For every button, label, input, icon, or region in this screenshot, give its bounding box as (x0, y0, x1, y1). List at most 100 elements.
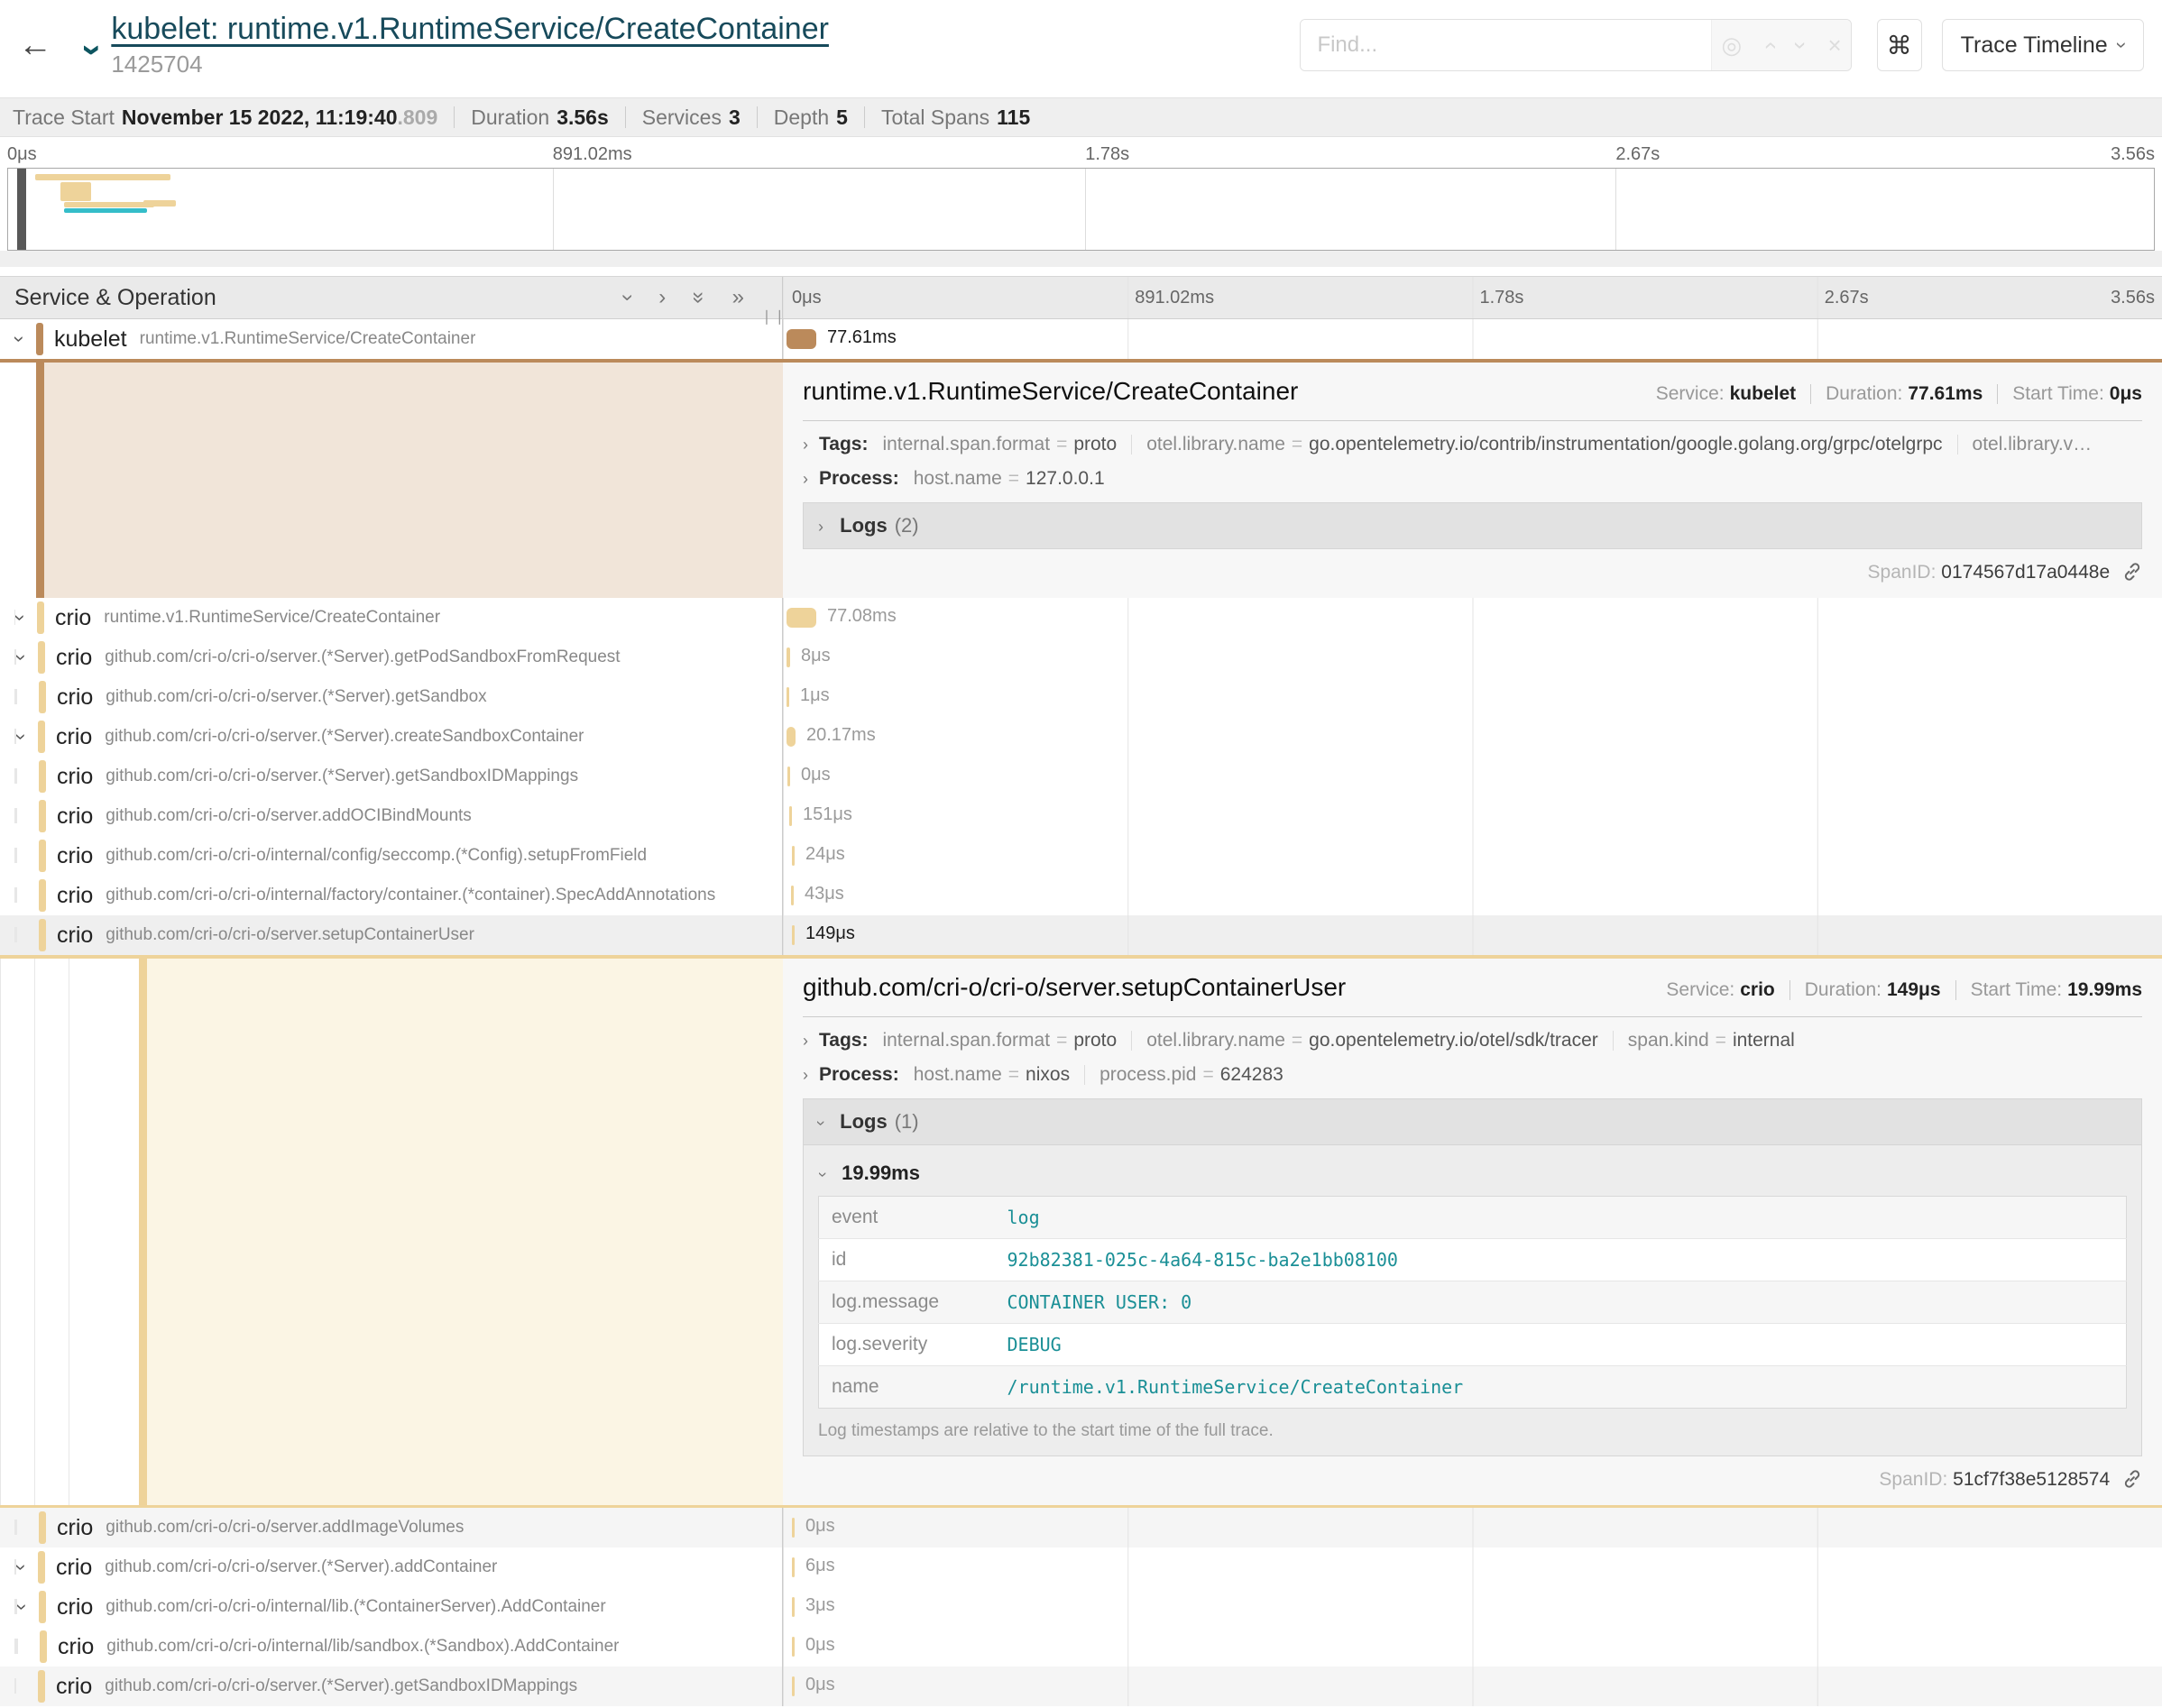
span-row[interactable]: › crio github.com/cri-o/cri-o/server.add… (0, 796, 2162, 836)
span-bar-cell[interactable]: 43μs (783, 876, 2162, 915)
minimap-gridline (1085, 169, 1086, 250)
span-duration-bar[interactable] (787, 727, 796, 747)
minimap-viewport-handle[interactable] (17, 169, 26, 250)
span-bar-cell[interactable]: 1μs (783, 677, 2162, 717)
clear-search-icon[interactable]: × (1827, 32, 1841, 60)
log-field-key: name (819, 1366, 995, 1409)
span-row[interactable]: › crio github.com/cri-o/cri-o/server.(*S… (0, 717, 2162, 757)
span-duration-bar[interactable] (787, 608, 816, 628)
link-icon[interactable] (2122, 1469, 2142, 1494)
span-row[interactable]: › crio github.com/cri-o/cri-o/internal/c… (0, 836, 2162, 876)
span-name-cell[interactable]: › crio github.com/cri-o/cri-o/server.(*S… (0, 717, 783, 757)
span-row[interactable]: › crio github.com/cri-o/cri-o/server.(*S… (0, 1547, 2162, 1587)
span-name-cell[interactable]: › crio runtime.v1.RuntimeService/CreateC… (0, 598, 783, 638)
span-chevron-down-icon[interactable]: › (17, 1595, 39, 1619)
span-duration-bar[interactable] (792, 846, 795, 866)
span-duration-bar[interactable] (792, 925, 795, 945)
span-row[interactable]: › crio github.com/cri-o/cri-o/server.add… (0, 1508, 2162, 1547)
minimap-canvas[interactable] (7, 168, 2155, 251)
span-row[interactable]: › crio github.com/cri-o/cri-o/server.(*S… (0, 1667, 2162, 1706)
span-chevron-down-icon[interactable]: › (16, 646, 38, 669)
span-name-cell[interactable]: › crio github.com/cri-o/cri-o/server.(*S… (0, 677, 783, 717)
span-duration-bar[interactable] (792, 1557, 795, 1577)
span-chevron-down-icon[interactable]: › (15, 606, 37, 629)
span-bar-cell[interactable]: 0μs (783, 1627, 2162, 1667)
log-field-key: log.severity (819, 1324, 995, 1366)
span-name-cell[interactable]: › crio github.com/cri-o/cri-o/server.(*S… (0, 1667, 783, 1706)
find-input[interactable] (1301, 20, 1711, 70)
collapse-one-icon[interactable]: › (615, 294, 640, 301)
span-name-cell[interactable]: › crio github.com/cri-o/cri-o/internal/l… (0, 1627, 783, 1667)
service-name: crio (58, 1634, 94, 1660)
span-bar-cell[interactable]: 20.17ms (783, 717, 2162, 757)
expand-all-icon[interactable]: » (732, 285, 744, 310)
span-name-cell[interactable]: › crio github.com/cri-o/cri-o/server.(*S… (0, 1547, 783, 1587)
span-bar-cell[interactable]: 6μs (783, 1547, 2162, 1587)
span-row[interactable]: › crio github.com/cri-o/cri-o/internal/l… (0, 1587, 2162, 1627)
logs-toggle[interactable]: › Logs(2) (803, 502, 2142, 549)
link-icon[interactable] (2122, 562, 2142, 587)
chevron-down-icon: › (814, 1172, 833, 1178)
span-name-cell[interactable]: › crio github.com/cri-o/cri-o/server.(*S… (0, 757, 783, 796)
collapse-all-icon[interactable]: » (686, 291, 712, 303)
span-duration-bar[interactable] (787, 647, 790, 667)
span-bar-cell[interactable]: 24μs (783, 836, 2162, 876)
span-name-cell[interactable]: › crio github.com/cri-o/cri-o/internal/l… (0, 1587, 783, 1627)
logs-toggle[interactable]: › Logs(1) (803, 1098, 2142, 1145)
span-duration-bar[interactable] (792, 1597, 795, 1617)
span-bar-cell[interactable]: 149μs (783, 915, 2162, 955)
span-bar-cell[interactable]: 3μs (783, 1587, 2162, 1627)
span-duration-bar[interactable] (789, 806, 792, 826)
tags-row[interactable]: › Tags: internal.span.format=protootel.l… (803, 434, 2142, 455)
span-chevron-down-icon[interactable]: › (16, 725, 38, 748)
span-duration-bar[interactable] (791, 886, 794, 905)
span-duration-bar[interactable] (787, 767, 790, 786)
span-duration-label: 3μs (805, 1595, 835, 1616)
span-bar-cell[interactable]: 0μs (783, 1508, 2162, 1547)
span-row[interactable]: › crio github.com/cri-o/cri-o/server.(*S… (0, 677, 2162, 717)
span-name-cell[interactable]: › crio github.com/cri-o/cri-o/server.add… (0, 1508, 783, 1547)
span-row[interactable]: › kubelet runtime.v1.RuntimeService/Crea… (0, 319, 2162, 359)
span-duration-bar[interactable] (792, 1637, 795, 1657)
process-row[interactable]: › Process: host.name=nixosprocess.pid=62… (803, 1064, 2142, 1086)
trace-title-link[interactable]: kubelet: runtime.v1.RuntimeService/Creat… (111, 12, 829, 46)
span-row[interactable]: › crio github.com/cri-o/cri-o/server.set… (0, 915, 2162, 955)
log-entry-toggle[interactable]: › 19.99ms (820, 1162, 2127, 1185)
span-duration-bar[interactable] (787, 329, 816, 349)
timeline-tick: 1.78s (1480, 288, 1524, 308)
span-bar-cell[interactable]: 8μs (783, 638, 2162, 677)
span-row[interactable]: › crio github.com/cri-o/cri-o/server.(*S… (0, 638, 2162, 677)
keyboard-shortcuts-button[interactable]: ⌘ (1877, 19, 1922, 71)
expand-one-icon[interactable]: › (658, 285, 666, 310)
column-resize-handle[interactable]: ❘❘ (760, 308, 787, 326)
span-duration-bar[interactable] (792, 1676, 795, 1696)
span-name-cell[interactable]: › kubelet runtime.v1.RuntimeService/Crea… (0, 319, 783, 359)
span-name-cell[interactable]: › crio github.com/cri-o/cri-o/server.add… (0, 796, 783, 836)
span-bar-cell[interactable]: 151μs (783, 796, 2162, 836)
span-bar-cell[interactable]: 77.08ms (783, 598, 2162, 638)
span-bar-cell[interactable]: 0μs (783, 757, 2162, 796)
span-chevron-down-icon[interactable]: › (14, 327, 36, 351)
span-name-cell[interactable]: › crio github.com/cri-o/cri-o/internal/f… (0, 876, 783, 915)
service-color-stripe (40, 1630, 47, 1663)
prev-result-icon[interactable]: › (1755, 41, 1783, 50)
process-row[interactable]: › Process: host.name=127.0.0.1 (803, 468, 2142, 490)
span-name-cell[interactable]: › crio github.com/cri-o/cri-o/server.(*S… (0, 638, 783, 677)
span-row[interactable]: › crio runtime.v1.RuntimeService/CreateC… (0, 598, 2162, 638)
span-chevron-down-icon[interactable]: › (16, 1556, 38, 1579)
span-row[interactable]: › crio github.com/cri-o/cri-o/server.(*S… (0, 757, 2162, 796)
collapse-trace-chevron-icon[interactable]: › (72, 43, 113, 55)
span-duration-bar[interactable] (787, 687, 789, 707)
next-result-icon[interactable]: › (1787, 41, 1815, 50)
span-name-cell[interactable]: › crio github.com/cri-o/cri-o/server.set… (0, 915, 783, 955)
trace-view-selector[interactable]: Trace Timeline › (1942, 19, 2144, 71)
span-duration-bar[interactable] (792, 1518, 795, 1538)
back-button[interactable]: ← (18, 26, 69, 65)
locate-icon[interactable]: ◎ (1721, 32, 1742, 60)
tags-row[interactable]: › Tags: internal.span.format=protootel.l… (803, 1030, 2142, 1051)
span-row[interactable]: › crio github.com/cri-o/cri-o/internal/l… (0, 1627, 2162, 1667)
span-name-cell[interactable]: › crio github.com/cri-o/cri-o/internal/c… (0, 836, 783, 876)
span-row[interactable]: › crio github.com/cri-o/cri-o/internal/f… (0, 876, 2162, 915)
span-bar-cell[interactable]: 77.61ms (783, 319, 2162, 359)
span-bar-cell[interactable]: 0μs (783, 1667, 2162, 1706)
